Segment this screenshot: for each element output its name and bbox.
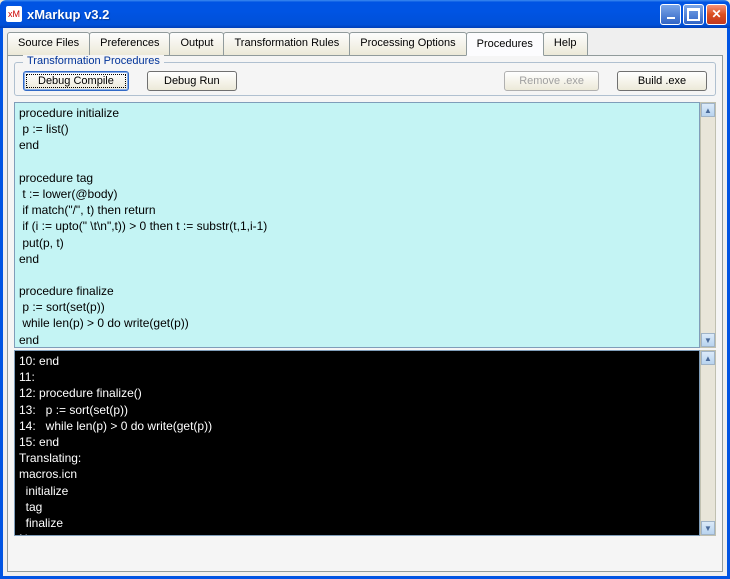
fieldset-legend: Transformation Procedures — [23, 55, 164, 67]
tab-procedures[interactable]: Procedures — [466, 32, 544, 56]
output-pane: 10: end 11: 12: procedure finalize() 13:… — [14, 350, 716, 536]
remove-exe-button: Remove .exe — [504, 71, 599, 91]
tab-source-files[interactable]: Source Files — [7, 32, 90, 55]
debug-compile-button[interactable]: Debug Compile — [23, 71, 129, 91]
tab-bar: Source Files Preferences Output Transfor… — [3, 28, 727, 55]
titlebar[interactable]: xM xMarkup v3.2 — [0, 0, 730, 28]
tab-transformation-rules[interactable]: Transformation Rules — [223, 32, 350, 55]
client-area: Source Files Preferences Output Transfor… — [0, 28, 730, 579]
procedures-fieldset: Transformation Procedures Debug Compile … — [14, 62, 716, 96]
close-button[interactable] — [706, 4, 727, 25]
tab-panel: Transformation Procedures Debug Compile … — [7, 55, 723, 572]
output-console[interactable]: 10: end 11: 12: procedure finalize() 13:… — [14, 350, 700, 536]
tab-preferences[interactable]: Preferences — [89, 32, 170, 55]
maximize-button[interactable] — [683, 4, 704, 25]
button-row: Debug Compile Debug Run Remove .exe Buil… — [23, 71, 707, 91]
window-title: xMarkup v3.2 — [27, 7, 660, 22]
procedures-editor[interactable]: procedure initialize p := list() end pro… — [14, 102, 700, 348]
scroll-down-icon[interactable]: ▼ — [701, 333, 715, 347]
output-scrollbar[interactable]: ▲ ▼ — [700, 350, 716, 536]
build-exe-button[interactable]: Build .exe — [617, 71, 707, 91]
tab-help[interactable]: Help — [543, 32, 588, 55]
editor-scrollbar[interactable]: ▲ ▼ — [700, 102, 716, 348]
window-controls — [660, 4, 727, 25]
app-icon: xM — [6, 6, 22, 22]
minimize-button[interactable] — [660, 4, 681, 25]
editor-pane: procedure initialize p := list() end pro… — [14, 102, 716, 348]
tab-output[interactable]: Output — [169, 32, 224, 55]
debug-run-button[interactable]: Debug Run — [147, 71, 237, 91]
scroll-up-icon[interactable]: ▲ — [701, 103, 715, 117]
scroll-up-icon[interactable]: ▲ — [701, 351, 715, 365]
scroll-down-icon[interactable]: ▼ — [701, 521, 715, 535]
tab-processing-options[interactable]: Processing Options — [349, 32, 466, 55]
